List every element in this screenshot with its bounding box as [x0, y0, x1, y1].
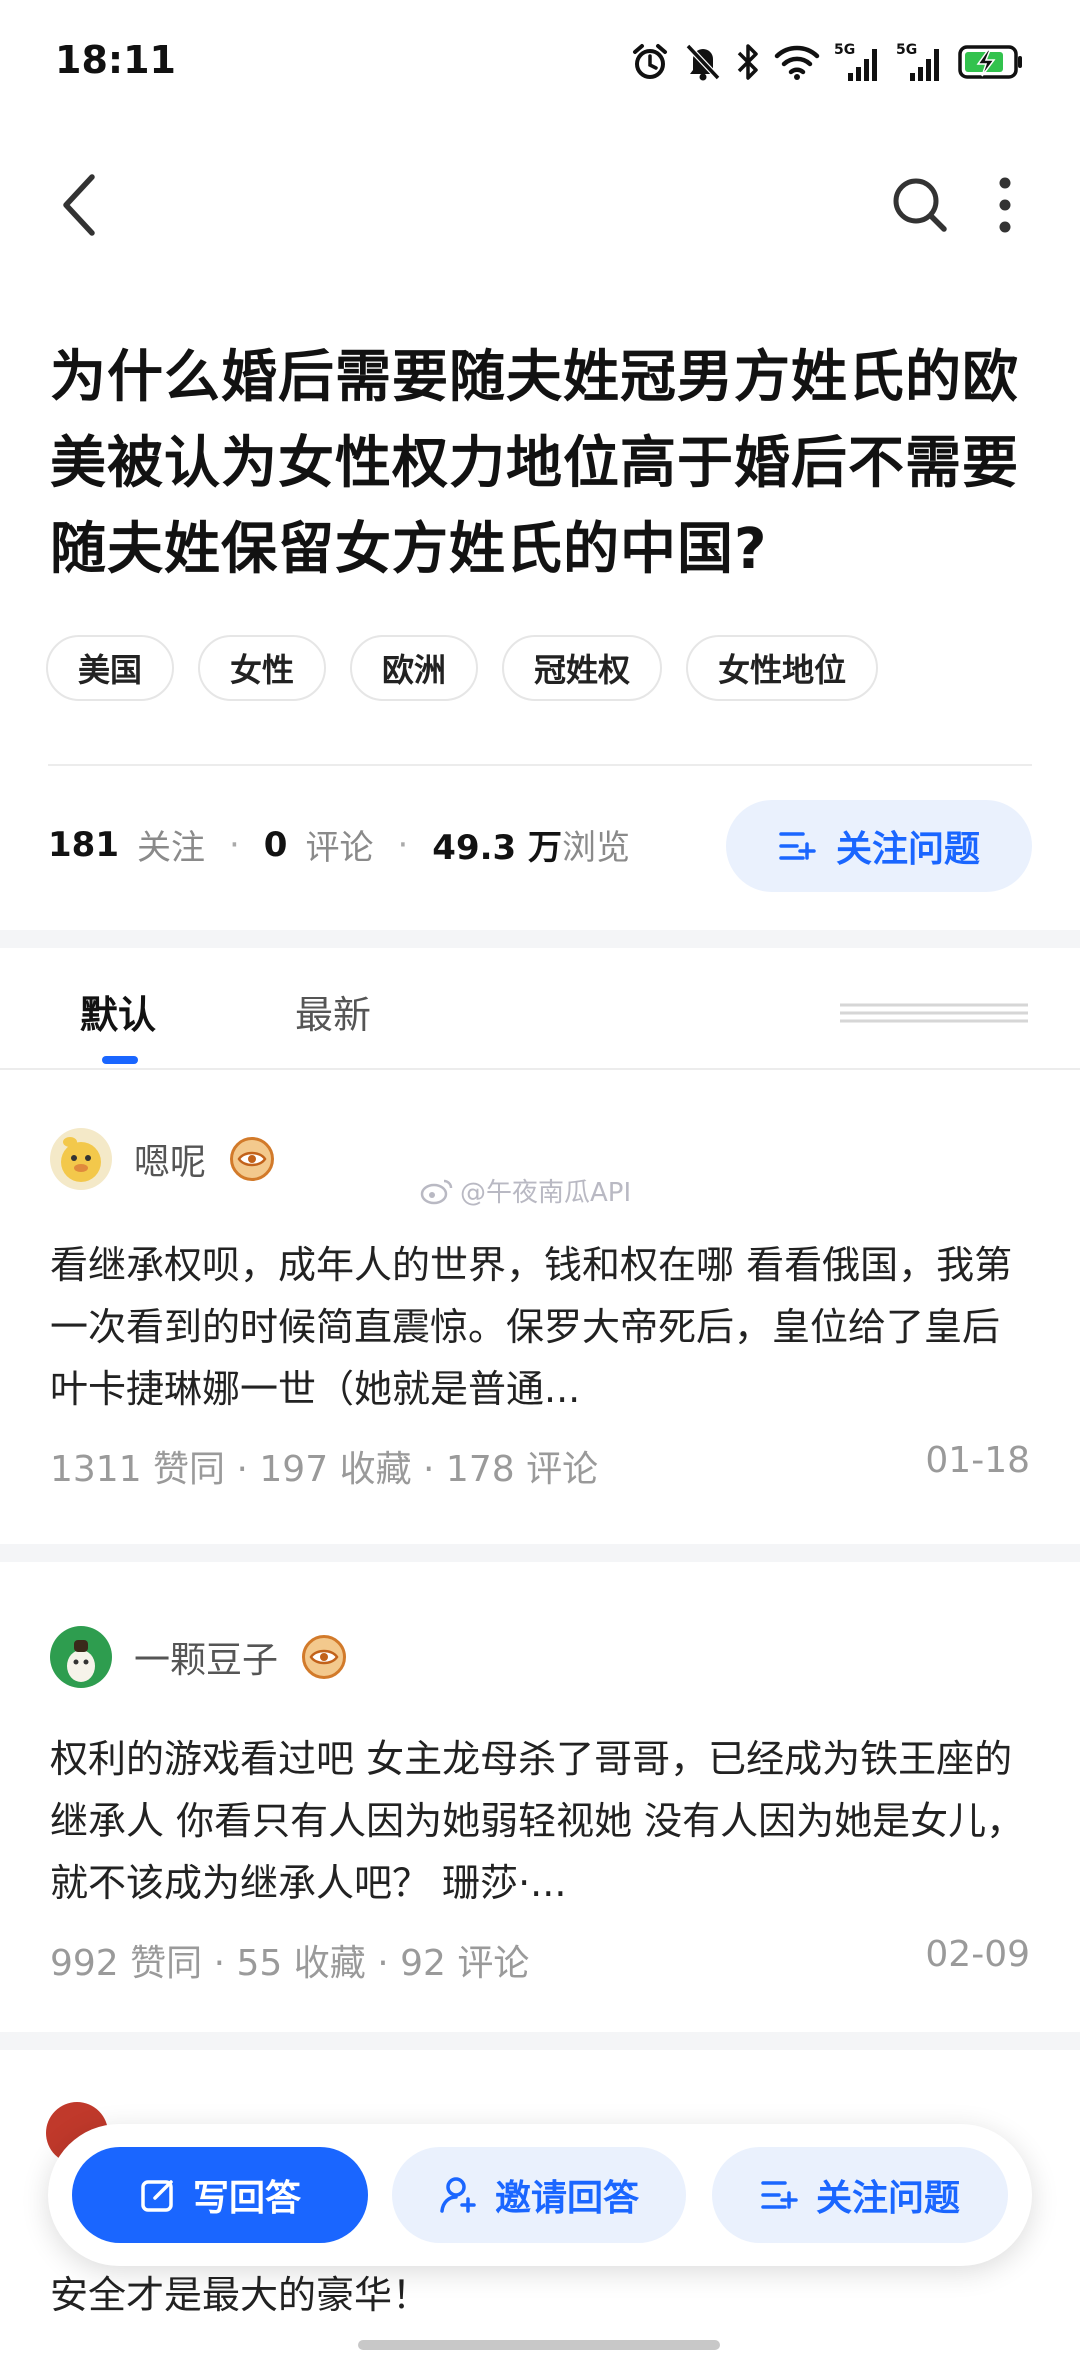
search-icon — [893, 178, 947, 232]
bluetooth-icon — [736, 40, 760, 84]
eye-badge-icon — [230, 1137, 275, 1181]
answer-date: 01-18 — [925, 1440, 1030, 1481]
follow-question-label: 关注问题 — [815, 2178, 960, 2219]
tab-indicator — [102, 1056, 138, 1064]
answer-meta: 992 赞同 · 55 收藏 · 92 评论 02-09 — [50, 1934, 1030, 1984]
status-time: 18:11 — [55, 38, 176, 82]
topic-tag[interactable]: 欧洲 — [350, 635, 479, 701]
back-button[interactable] — [52, 165, 112, 245]
follow-question-label: 关注问题 — [835, 829, 980, 870]
follow-count: 181 — [48, 824, 119, 865]
avatar[interactable] — [50, 1626, 112, 1688]
author-row[interactable]: 一颗豆子 — [50, 1626, 347, 1688]
favorite-count: 197 收藏 — [259, 1449, 412, 1490]
invite-answer-button[interactable]: 邀请回答 — [392, 2147, 686, 2243]
edit-icon — [141, 2180, 173, 2212]
more-button[interactable] — [990, 175, 1020, 235]
comment-count[interactable]: 0 — [264, 825, 288, 865]
author-row[interactable]: 嗯呢 — [50, 1128, 275, 1190]
author-name[interactable]: 一颗豆子 — [134, 1631, 278, 1683]
like-count: 1311 赞同 — [50, 1449, 226, 1490]
wifi-icon — [774, 40, 820, 84]
answer-meta: 1311 赞同 · 197 收藏 · 178 评论 01-18 — [50, 1440, 1030, 1490]
separator-dot: · — [228, 824, 240, 865]
view-count: 49.3 万 — [432, 828, 563, 868]
battery-charging-icon — [958, 40, 1024, 84]
comment-count: 178 评论 — [445, 1449, 599, 1490]
topic-tags: 美国 女性 欧洲 冠姓权 女性地位 — [46, 635, 879, 701]
answer-excerpt[interactable]: 看继承权呗，成年人的世界，钱和权在哪 看看俄国，我第一次看到的时候简直震惊。保罗… — [50, 1234, 1030, 1420]
comment-label[interactable]: 评论 — [305, 820, 373, 869]
write-answer-button[interactable]: 写回答 — [72, 2147, 368, 2243]
topic-tag[interactable]: 美国 — [46, 635, 175, 701]
tab-newest[interactable]: 最新 — [295, 984, 371, 1039]
answer-date: 02-09 — [925, 1934, 1030, 1975]
topic-tag[interactable]: 女性 — [198, 635, 327, 701]
signal-label: 5G — [834, 42, 855, 58]
sort-toggle[interactable] — [838, 1000, 1030, 1026]
invite-user-icon — [440, 2177, 476, 2213]
status-icons: 5G 5G — [630, 40, 1024, 84]
answer-card[interactable]: 一颗豆子 权利的游戏看过吧 女主龙母杀了哥哥，已经成为铁王座的继承人 你看只有人… — [0, 1562, 1080, 2032]
topic-tag[interactable]: 女性地位 — [686, 635, 879, 701]
follow-question-button[interactable]: 关注问题 — [712, 2147, 1008, 2243]
alarm-icon — [630, 40, 670, 84]
write-answer-label: 写回答 — [192, 2178, 301, 2219]
section-gap — [0, 930, 1080, 948]
follow-list-icon — [761, 2181, 798, 2209]
answer-excerpt[interactable]: 安全才是最大的豪华！ — [50, 2264, 430, 2319]
answer-card[interactable]: 嗯呢 看继承权呗，成年人的世界，钱和权在哪 看看俄国，我第一次看到的时候简直震惊… — [0, 1070, 1080, 1544]
question-stats: 181 关注 · 0 评论 · 49.3 万 浏览 — [48, 820, 630, 869]
topic-tag[interactable]: 冠姓权 — [502, 635, 663, 701]
bottom-action-bar: 写回答 邀请回答 关注问题 — [48, 2124, 1032, 2266]
invite-answer-label: 邀请回答 — [494, 2178, 639, 2219]
home-indicator[interactable] — [358, 2340, 720, 2350]
avatar[interactable] — [50, 1128, 112, 1190]
question-title: 为什么婚后需要随夫姓冠男方姓氏的欧美被认为女性权力地位高于婚后不需要随夫姓保留女… — [50, 345, 1019, 582]
author-name[interactable]: 嗯呢 — [134, 1133, 206, 1185]
chevron-left-icon — [63, 174, 95, 236]
mute-bell-icon — [684, 40, 722, 84]
section-gap — [0, 1544, 1080, 1562]
follow-label: 关注 — [136, 828, 205, 868]
signal-5g-icon: 5G — [896, 40, 944, 84]
eye-badge-icon — [302, 1635, 347, 1679]
signal-5g-icon: 5G — [834, 40, 882, 84]
section-gap — [0, 2032, 1080, 2050]
like-count: 992 赞同 — [50, 1943, 203, 1984]
status-bar: 18:11 5G 5G — [0, 0, 1080, 120]
divider — [48, 764, 1032, 766]
favorite-count: 55 收藏 — [236, 1943, 366, 1984]
follow-question-button[interactable]: 关注问题 — [726, 800, 1032, 892]
signal-label: 5G — [896, 42, 917, 58]
view-label: 浏览 — [562, 828, 631, 868]
sort-lines-icon — [840, 1003, 1028, 1023]
follow-list-icon — [779, 832, 816, 860]
comment-count: 92 评论 — [400, 1943, 530, 1984]
answer-excerpt[interactable]: 权利的游戏看过吧 女主龙母杀了哥哥，已经成为铁王座的继承人 你看只有人因为她弱轻… — [50, 1728, 1030, 1914]
more-vertical-icon — [999, 177, 1011, 233]
search-button[interactable] — [890, 175, 950, 235]
tab-default[interactable]: 默认 — [80, 984, 156, 1039]
separator-dot: · — [397, 824, 409, 865]
